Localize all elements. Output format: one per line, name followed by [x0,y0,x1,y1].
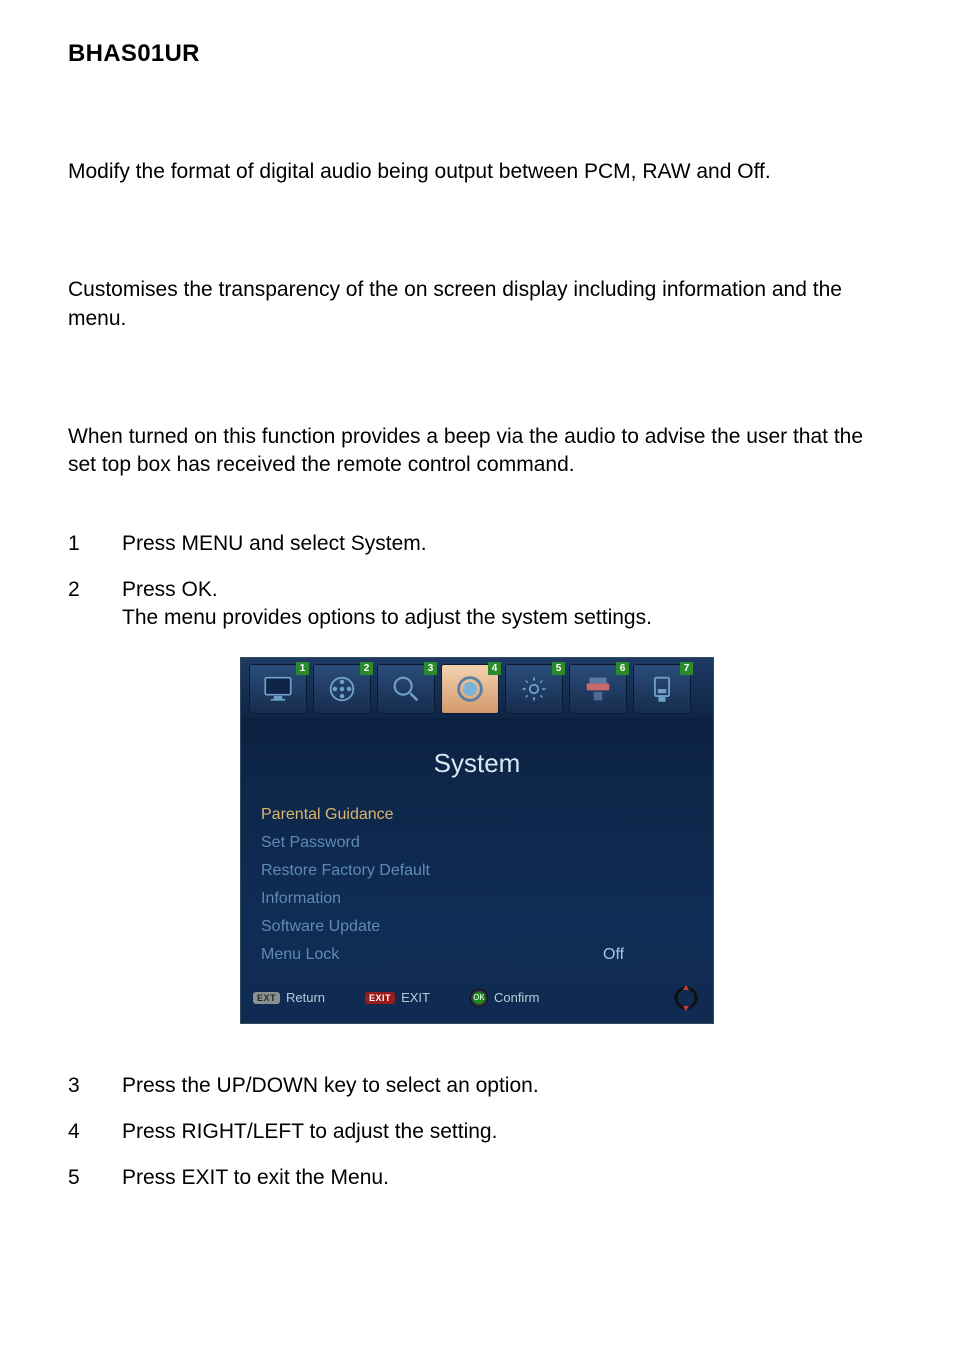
tab-badge: 6 [616,662,629,675]
screenshot-container: 1 2 3 4 5 6 7 [68,657,886,1024]
step-text: Press RIGHT/LEFT to adjust the setting. [122,1118,886,1146]
tab-badge: 3 [424,662,437,675]
exit-label: EXIT [401,990,430,1005]
step-text: Press MENU and select System. [122,530,886,558]
clock-circle-icon [453,672,487,706]
tools-icon [581,672,615,706]
gear-icon [517,672,551,706]
tab-4-active[interactable]: 4 [441,664,499,714]
return-label: Return [286,990,325,1005]
tab-badge: 5 [552,662,565,675]
menu-item-parental-guidance[interactable]: Parental Guidance [261,801,693,829]
tab-6[interactable]: 6 [569,664,627,714]
steps-list-bottom: 3 Press the UP/DOWN key to select an opt… [68,1072,886,1193]
tab-7[interactable]: 7 [633,664,691,714]
footer-return[interactable]: EXT Return [253,990,325,1005]
step-text: Press OK. The menu provides options to a… [122,576,886,633]
tab-bar: 1 2 3 4 5 6 7 [241,658,713,718]
menu-item-set-password[interactable]: Set Password [261,829,693,857]
menu-item-software-update[interactable]: Software Update [261,913,693,941]
search-icon [389,672,423,706]
exit-chip: EXIT [365,992,395,1004]
system-menu-screenshot: 1 2 3 4 5 6 7 [240,657,714,1024]
film-reel-icon [325,672,359,706]
step-text: Press the UP/DOWN key to select an optio… [122,1072,886,1100]
tab-5[interactable]: 5 [505,664,563,714]
tab-badge: 7 [680,662,693,675]
step-number: 5 [68,1164,122,1192]
tab-badge: 4 [488,662,501,675]
paragraph-beep: When turned on this function provides a … [68,423,886,480]
footer-bar: EXT Return EXIT EXIT OK Confirm [241,975,713,1023]
tab-badge: 1 [296,662,309,675]
step-text: Press EXIT to exit the Menu. [122,1164,886,1192]
footer-confirm[interactable]: OK Confirm [470,989,540,1007]
step-number: 1 [68,530,122,558]
tab-3[interactable]: 3 [377,664,435,714]
tab-1[interactable]: 1 [249,664,307,714]
confirm-label: Confirm [494,990,540,1005]
ok-button-icon: OK [470,989,488,1007]
step-number: 4 [68,1118,122,1146]
tab-badge: 2 [360,662,373,675]
page-header: BHAS01UR [68,40,886,68]
dpad-icon [671,983,701,1013]
menu-lock-value: Off [573,946,693,964]
menu-item-information[interactable]: Information [261,885,693,913]
panel-title: System [241,748,713,779]
step-number: 2 [68,576,122,633]
tab-2[interactable]: 2 [313,664,371,714]
paragraph-transparency: Customises the transparency of the on sc… [68,276,886,333]
return-chip: EXT [253,992,280,1004]
steps-list-top: 1 Press MENU and select System. 2 Press … [68,530,886,633]
menu-item-restore-factory-default[interactable]: Restore Factory Default [261,857,693,885]
menu-item-menu-lock[interactable]: Menu Lock Off [261,941,693,969]
monitor-icon [261,672,295,706]
footer-exit[interactable]: EXIT EXIT [365,990,430,1005]
system-menu-list: Parental Guidance Set Password Restore F… [241,801,713,975]
usb-icon [645,672,679,706]
paragraph-digital-audio: Modify the format of digital audio being… [68,158,886,186]
step-number: 3 [68,1072,122,1100]
